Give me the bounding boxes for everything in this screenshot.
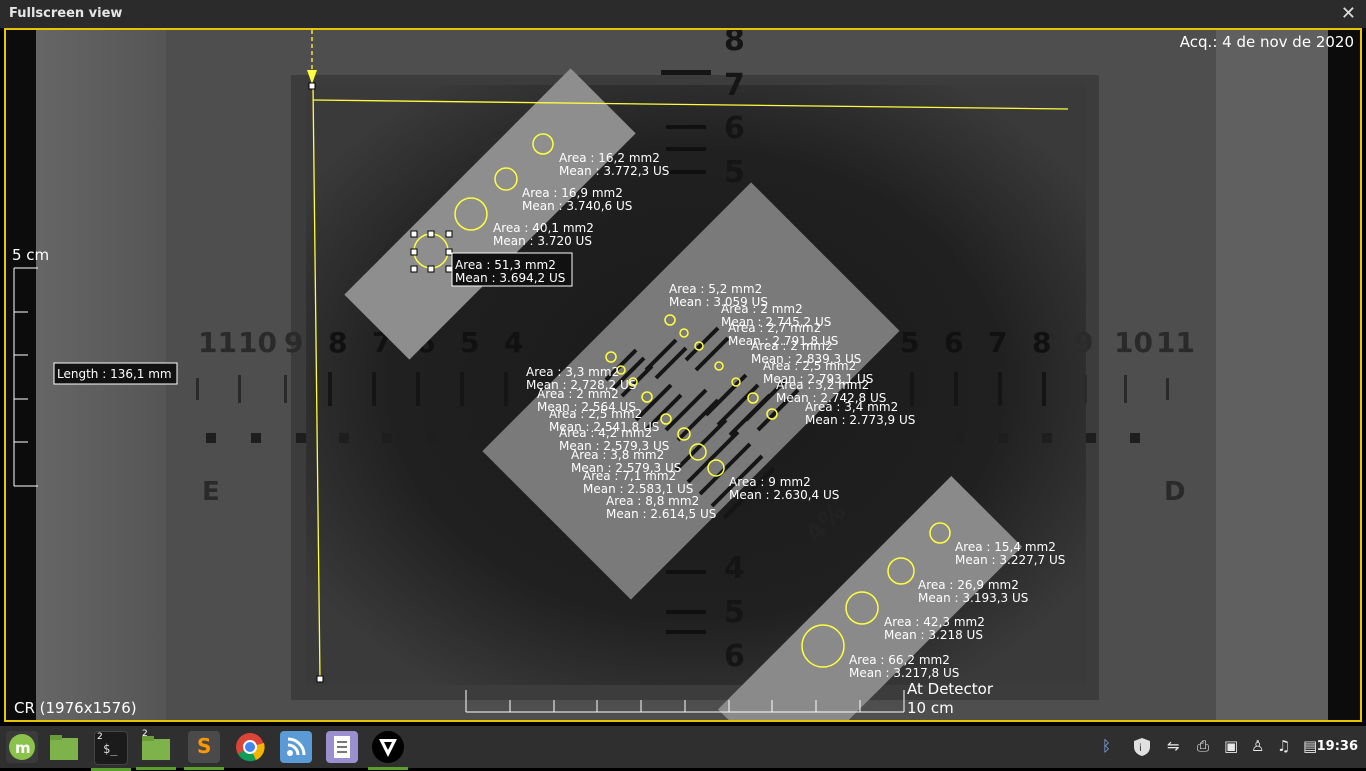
printer-icon[interactable]: ⎙ xyxy=(1197,737,1209,755)
sublime-letter: S xyxy=(197,734,212,758)
svg-text:5: 5 xyxy=(460,326,479,359)
roi-area-label: Area : 42,3 mm2 xyxy=(884,615,985,629)
roi-area-label: Area : 3,4 mm2 xyxy=(805,400,898,414)
files-badge: 2 xyxy=(142,729,148,739)
update-manager-icon[interactable]: ▣ xyxy=(1224,737,1238,755)
clipboard-icon[interactable]: ▤ xyxy=(1303,737,1317,755)
roi-area-label: Area : 16,9 mm2 xyxy=(522,186,623,200)
svg-text:7: 7 xyxy=(724,68,745,103)
roi-mean-label: Mean : 3.193,3 US xyxy=(918,591,1028,605)
bottom-scale-label: 10 cm xyxy=(907,699,954,717)
rss-icon[interactable] xyxy=(280,731,312,763)
roi-area-label: Area : 3,2 mm2 xyxy=(776,378,869,392)
close-icon[interactable]: ✕ xyxy=(1341,3,1356,24)
roi-area-label: Area : 15,4 mm2 xyxy=(955,540,1056,554)
roi-area-label: Area : 5,2 mm2 xyxy=(669,282,762,296)
roi-mean-label: Mean : 3.217,8 US xyxy=(849,666,959,680)
svg-text:4: 4 xyxy=(724,551,745,586)
length-label: Length : 136,1 mm xyxy=(57,367,172,381)
svg-text:10: 10 xyxy=(238,326,277,359)
roi-area-label: Area : 2 mm2 xyxy=(721,302,803,316)
chrome-icon[interactable] xyxy=(234,731,266,763)
image-info: CR (1976x1576) xyxy=(14,699,137,717)
terminal-prompt: $_ xyxy=(103,742,118,756)
roi-mean-label: Mean : 2.773,9 US xyxy=(805,413,915,427)
roi-mean-label: Mean : 2.614,5 US xyxy=(606,507,716,521)
svg-text:6: 6 xyxy=(724,111,745,146)
roi-mean-label: Mean : 3.772,3 US xyxy=(559,164,669,178)
svg-text:11: 11 xyxy=(198,326,237,359)
svg-text:8: 8 xyxy=(1032,326,1051,359)
clock[interactable]: 19:36 xyxy=(1317,739,1358,754)
roi-area-label: Area : 3,3 mm2 xyxy=(526,365,619,379)
roi-area-label: Area : 40,1 mm2 xyxy=(493,221,594,235)
roi-area-label: Area : 2,7 mm2 xyxy=(728,321,821,335)
notifications-icon[interactable]: ♙ xyxy=(1251,737,1264,755)
roi-area-label: Area : 2,5 mm2 xyxy=(549,407,642,421)
roi-mean-label: Mean : 3.694,2 US xyxy=(455,271,565,285)
svg-text:11: 11 xyxy=(1156,326,1195,359)
image-viewer[interactable]: 8 7 6 5 4 4 5 6 11 10 9 8 7 6 5 4 4 5 6 … xyxy=(4,28,1362,722)
svg-text:7: 7 xyxy=(988,326,1007,359)
length-handle-top[interactable] xyxy=(308,82,316,90)
svg-text:i: i xyxy=(1139,743,1142,754)
mint-menu-icon[interactable]: m xyxy=(6,731,38,763)
roi-area-label: Area : 66,2 mm2 xyxy=(849,653,950,667)
svg-text:4: 4 xyxy=(504,326,523,359)
roi-area-label: Area : 9 mm2 xyxy=(729,475,811,489)
roi-mean-label: Mean : 2.630,4 US xyxy=(729,488,839,502)
roi-area-label: Area : 7,1 mm2 xyxy=(583,469,676,483)
svg-text:5: 5 xyxy=(724,595,745,630)
roi-area-label: Area : 2 mm2 xyxy=(537,387,619,401)
viewer-app-icon[interactable] xyxy=(368,731,408,770)
svg-text:E: E xyxy=(202,477,220,507)
roi-area-label: Area : 8,8 mm2 xyxy=(606,494,699,508)
svg-text:8: 8 xyxy=(328,326,347,359)
terminal-icon[interactable]: 2 $_ xyxy=(91,731,131,771)
acquisition-date: Acq.: 4 de nov de 2020 xyxy=(1179,33,1354,51)
bluetooth-icon[interactable]: ᛒ xyxy=(1102,737,1111,755)
roi-mean-label: Mean : 3.720 US xyxy=(493,234,592,248)
roi-mean-label: Mean : 3.218 US xyxy=(884,628,983,642)
shield-icon[interactable]: i xyxy=(1133,737,1151,761)
roi-area-label: Area : 16,2 mm2 xyxy=(559,151,660,165)
terminal-badge: 2 xyxy=(97,732,103,742)
roi-area-label: Area : 3,8 mm2 xyxy=(571,448,664,462)
svg-text:6: 6 xyxy=(724,639,745,674)
sound-icon[interactable]: ♫ xyxy=(1277,737,1290,755)
roi-area-label: Area : 2,5 mm2 xyxy=(763,359,856,373)
svg-text:m: m xyxy=(15,739,31,757)
roi-area-label: Area : 2 mm2 xyxy=(751,339,833,353)
network-icon[interactable]: ⇋ xyxy=(1167,737,1180,755)
left-scale-label: 5 cm xyxy=(12,246,50,264)
roi-area-label: Area : 26,9 mm2 xyxy=(918,578,1019,592)
at-detector-label: At Detector xyxy=(907,680,994,698)
svg-text:D: D xyxy=(1164,477,1186,507)
roi-mean-label: Mean : 3.740,6 US xyxy=(522,199,632,213)
svg-text:6: 6 xyxy=(944,326,963,359)
svg-text:5: 5 xyxy=(900,326,919,359)
window-titlebar: Fullscreen view ✕ xyxy=(0,0,1366,28)
window-title: Fullscreen view xyxy=(9,6,123,21)
svg-text:9: 9 xyxy=(1074,326,1093,359)
roi-mean-label: Mean : 3.227,7 US xyxy=(955,553,1065,567)
svg-text:10: 10 xyxy=(1114,326,1153,359)
svg-text:8: 8 xyxy=(724,30,745,58)
text-editor-icon[interactable] xyxy=(326,731,358,763)
svg-text:9: 9 xyxy=(284,326,303,359)
roi-area-label: Area : 51,3 mm2 xyxy=(455,258,556,272)
files-icon[interactable] xyxy=(48,731,80,763)
sublime-text-icon[interactable]: S xyxy=(184,731,224,770)
xray-image[interactable]: 8 7 6 5 4 4 5 6 11 10 9 8 7 6 5 4 4 5 6 … xyxy=(6,30,1360,720)
length-handle-bottom[interactable] xyxy=(316,675,324,683)
taskbar: m 2 $_ 2 S ᛒ i ⇋ ⎙ ▣ ♙ ♫ ▤ 19:36 xyxy=(0,726,1366,771)
svg-text:5: 5 xyxy=(724,155,745,190)
files-icon[interactable]: 2 xyxy=(136,729,176,770)
roi-area-label: Area : 4,2 mm2 xyxy=(559,426,652,440)
